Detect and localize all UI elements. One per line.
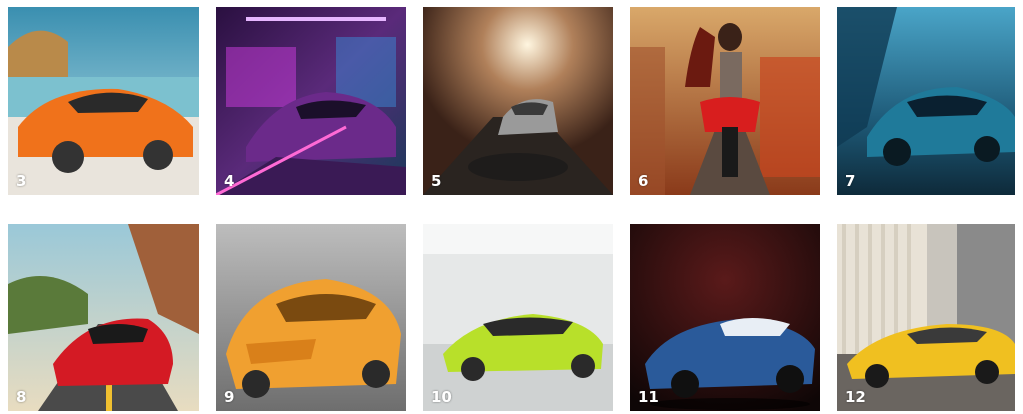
tile-number-label: 4 xyxy=(224,172,235,190)
gallery-tile-7[interactable]: 7 xyxy=(837,7,1015,195)
gallery-tile-12[interactable]: 12 xyxy=(837,224,1015,411)
tile-number-label: 5 xyxy=(431,172,442,190)
orange-concept-car-image xyxy=(216,224,406,411)
tile-number-label: 9 xyxy=(224,388,235,406)
teal-sports-car-image xyxy=(837,7,1015,195)
gallery-tile-8[interactable]: 8 xyxy=(8,224,199,411)
lime-green-car-image xyxy=(423,224,613,411)
tile-number-label: 6 xyxy=(638,172,649,190)
gallery-tile-9[interactable]: 9 xyxy=(216,224,406,411)
red-sports-car-image xyxy=(8,224,199,411)
gallery-tile-4[interactable]: 4 xyxy=(216,7,406,195)
gallery-tile-10[interactable]: 10 xyxy=(423,224,613,411)
tile-number-label: 10 xyxy=(431,388,452,406)
gallery-tile-6[interactable]: 6 xyxy=(630,7,820,195)
tile-number-label: 7 xyxy=(845,172,856,190)
tile-number-label: 11 xyxy=(638,388,659,406)
tile-number-label: 3 xyxy=(16,172,27,190)
orange-sports-car-image xyxy=(8,7,199,195)
yellow-sports-car-image xyxy=(837,224,1015,411)
gallery-tile-11[interactable]: 11 xyxy=(630,224,820,411)
tile-number-label: 8 xyxy=(16,388,27,406)
purple-sports-car-image xyxy=(216,7,406,195)
blue-roadster-image xyxy=(630,224,820,411)
gallery-tile-3[interactable]: 3 xyxy=(8,7,199,195)
gallery-tile-5[interactable]: 5 xyxy=(423,7,613,195)
silver-car-in-tunnel-image xyxy=(423,7,613,195)
tile-number-label: 12 xyxy=(845,388,866,406)
motorcycle-rider-image xyxy=(630,7,820,195)
